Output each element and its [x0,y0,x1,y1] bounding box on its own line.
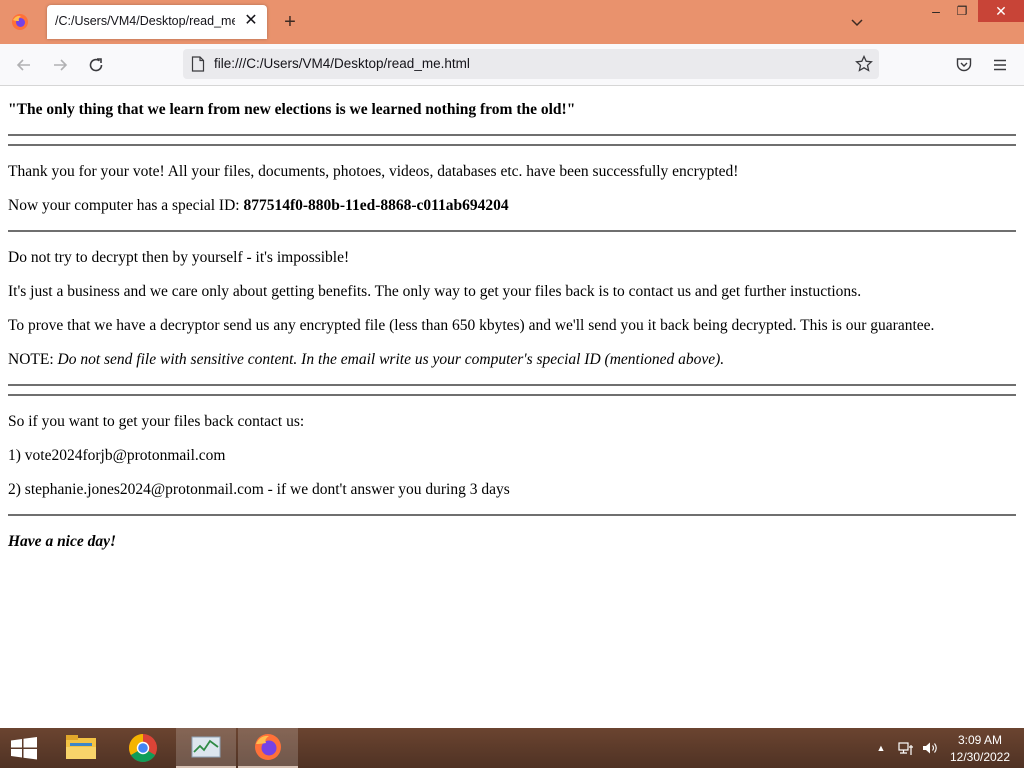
note-label: NOTE: [8,351,58,368]
page-content: "The only thing that we learn from new e… [0,86,1024,728]
page-document-icon [191,56,205,72]
pocket-icon[interactable] [955,56,973,74]
firefox-icon [255,734,281,760]
tab-close-icon[interactable]: ✕ [243,13,259,29]
warning-text-3: To prove that we have a decryptor send u… [8,317,935,334]
quote-heading: "The only thing that we learn from new e… [8,101,576,118]
divider [8,230,1016,232]
warning-text-1: Do not try to decrypt then by yourself -… [8,249,350,266]
warning-text-2: It's just a business and we care only ab… [8,283,862,300]
address-bar[interactable]: file:///C:/Users/VM4/Desktop/read_me.htm… [183,49,879,79]
divider [8,384,1016,386]
active-tab[interactable]: /C:/Users/VM4/Desktop/read_me.html ✕ [47,5,267,39]
bookmark-star-icon[interactable] [855,55,873,73]
firefox-icon[interactable] [11,13,29,31]
taskbar-app-task-manager[interactable] [176,728,236,768]
tab-title: /C:/Users/VM4/Desktop/read_me.html [55,14,235,28]
volume-icon[interactable] [921,739,939,757]
divider [8,144,1016,146]
show-hidden-icons-chevron-icon[interactable]: ▲ [875,742,887,754]
hamburger-menu-icon[interactable] [991,56,1009,74]
windows-start-icon[interactable] [0,728,48,768]
special-id-line: Now your computer has a special ID: 8775… [8,197,509,215]
contact-email-1: 1) vote2024forjb@protonmail.com [8,447,226,464]
contact-intro: So if you want to get your files back co… [8,413,305,430]
closing-text: Have a nice day! [8,533,117,550]
back-arrow-icon[interactable] [13,54,35,76]
chrome-icon[interactable] [113,728,173,768]
reload-icon[interactable] [85,54,107,76]
note-text: Do not send file with sensitive content.… [57,351,725,368]
divider [8,514,1016,516]
navigation-toolbar: file:///C:/Users/VM4/Desktop/read_me.htm… [0,44,1024,86]
divider [8,134,1016,136]
contact-email-2: 2) stephanie.jones2024@protonmail.com - … [8,481,510,498]
network-icon[interactable] [897,739,915,757]
windows-taskbar: ▲ 3:09 AM 12/30/2022 [0,728,1024,768]
list-all-tabs-chevron-icon[interactable] [849,14,865,30]
clock-time[interactable]: 3:09 AM [946,733,1014,747]
new-tab-button[interactable]: + [280,12,300,32]
close-window-button[interactable]: ✕ [978,0,1024,22]
special-id-value: 877514f0-880b-11ed-8868-c011ab694204 [243,197,509,214]
divider [8,394,1016,396]
file-explorer-icon[interactable] [51,728,111,768]
note-line: NOTE: Do not send file with sensitive co… [8,351,724,369]
restore-window-button[interactable]: ❐ [946,0,978,22]
taskbar-app-firefox[interactable] [238,728,298,768]
forward-arrow-icon[interactable] [49,54,71,76]
encryption-message: Thank you for your vote! All your files,… [8,163,739,180]
task-manager-icon [191,736,221,758]
special-id-label: Now your computer has a special ID: [8,197,244,214]
browser-tab-bar: /C:/Users/VM4/Desktop/read_me.html ✕ + –… [0,0,1024,44]
clock-date[interactable]: 12/30/2022 [946,750,1014,764]
url-text[interactable]: file:///C:/Users/VM4/Desktop/read_me.htm… [214,56,470,71]
